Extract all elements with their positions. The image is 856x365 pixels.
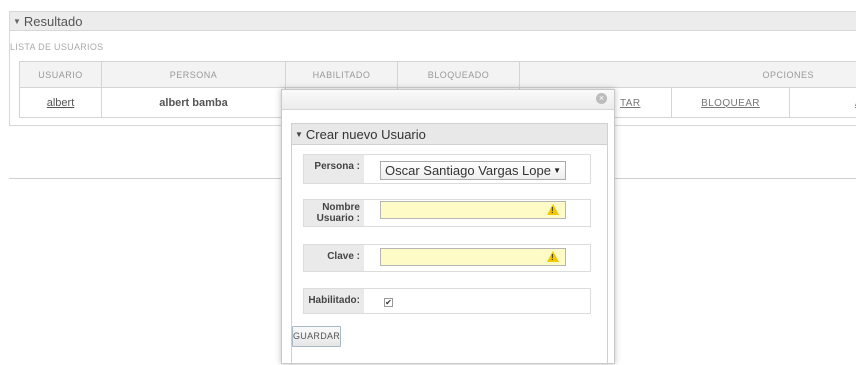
collapse-arrow-icon[interactable]: ▼ xyxy=(295,130,303,139)
list-title: LISTA DE USUARIOS xyxy=(10,42,103,52)
guardar-button[interactable]: GUARDAR xyxy=(292,326,341,347)
bloquear-link[interactable]: BLOQUEAR xyxy=(701,98,760,109)
col-opciones: OPCIONES xyxy=(520,62,856,88)
persona-select-value: Oscar Santiago Vargas Lope xyxy=(385,163,551,178)
collapse-arrow-icon[interactable]: ▼ xyxy=(13,17,21,26)
col-habilitado: HABILITADO xyxy=(286,62,398,88)
crear-usuario-dialog: × ▼Crear nuevo Usuario Persona : Oscar S… xyxy=(281,89,615,364)
fieldset-header[interactable]: ▼Crear nuevo Usuario xyxy=(292,124,607,145)
col-usuario: USUARIO xyxy=(20,62,102,88)
cell-persona: albert bamba xyxy=(102,88,286,118)
warning-icon: ! xyxy=(547,251,559,262)
col-bloqueado: BLOQUEADO xyxy=(398,62,520,88)
clave-row: Clave : ! xyxy=(303,244,591,272)
persona-row: Persona : Oscar Santiago Vargas Lope ▼ xyxy=(303,154,591,184)
cell-opt-bloquear[interactable]: BLOQUEAR xyxy=(672,88,790,118)
clave-input[interactable]: ! xyxy=(380,248,566,266)
cell-opt-3[interactable]: A xyxy=(790,88,856,118)
resultado-title: Resultado xyxy=(24,14,83,29)
nombre-usuario-row: NombreUsuario : ! xyxy=(303,199,591,227)
habilitado-row: Habilitado: ✔ xyxy=(303,288,591,314)
usuario-link[interactable]: albert xyxy=(47,97,75,109)
col-persona: PERSONA xyxy=(102,62,286,88)
option-link-partial[interactable]: TAR xyxy=(620,98,640,109)
nombre-usuario-label: NombreUsuario : xyxy=(304,200,364,226)
dialog-titlebar[interactable]: × xyxy=(282,90,614,110)
persona-label: Persona : xyxy=(304,155,364,183)
habilitado-checkbox[interactable]: ✔ xyxy=(384,298,393,307)
clave-label: Clave : xyxy=(304,245,364,271)
chevron-down-icon[interactable]: ▼ xyxy=(553,162,561,179)
habilitado-label: Habilitado: xyxy=(304,289,364,313)
fieldset-title: Crear nuevo Usuario xyxy=(306,127,426,142)
cell-usuario[interactable]: albert xyxy=(20,88,102,118)
resultado-header[interactable]: ▼Resultado xyxy=(10,12,856,31)
persona-select[interactable]: Oscar Santiago Vargas Lope ▼ xyxy=(380,161,566,180)
close-icon[interactable]: × xyxy=(596,93,607,104)
warning-icon: ! xyxy=(547,204,559,215)
nombre-usuario-input[interactable]: ! xyxy=(380,201,566,219)
